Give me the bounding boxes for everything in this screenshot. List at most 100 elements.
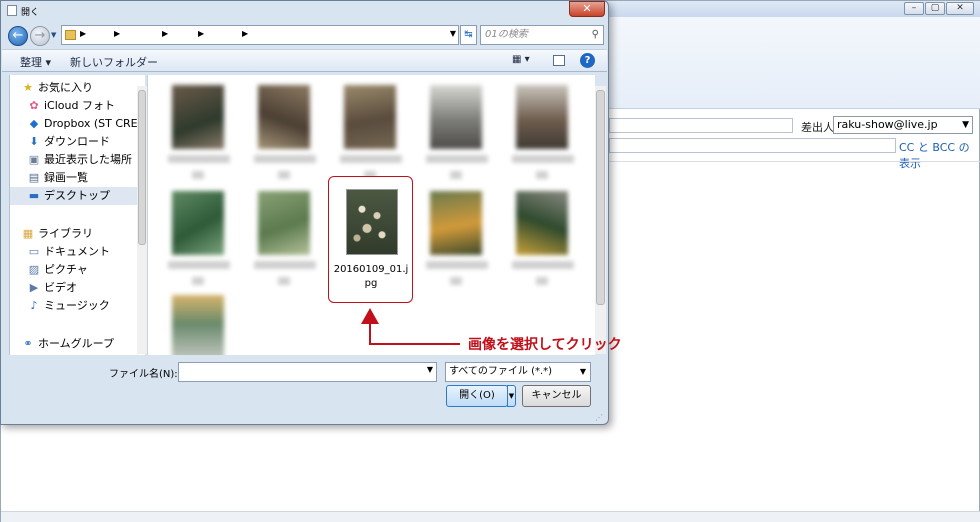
folder-icon [65, 30, 76, 40]
selected-file-thumbnail[interactable]: 20160109_01.jpg [328, 176, 413, 303]
file-caption [340, 155, 402, 163]
mail-status-bar [1, 511, 980, 522]
forward-button[interactable]: → [30, 26, 50, 46]
nav-documents[interactable]: ▭ ドキュメント [10, 243, 138, 261]
image-thumbnail [430, 191, 482, 255]
image-thumbnail [516, 85, 568, 149]
filename-label: ファイル名(N): [109, 369, 178, 380]
file-thumbnail[interactable] [254, 79, 330, 179]
dialog-toolbar: 整理 ▾ 新しいフォルダー ▦ ▾ ? [2, 49, 607, 72]
chevron-down-icon[interactable]: ▼ [450, 29, 456, 38]
image-thumbnail [172, 85, 224, 149]
nav-icloud[interactable]: ✿ iCloud フォト [10, 97, 138, 115]
chevron-down-icon[interactable]: ▼ [427, 365, 433, 374]
breadcrumb-arrow-icon[interactable]: ▶ [162, 29, 168, 38]
file-thumbnail[interactable] [168, 289, 244, 355]
chevron-down-icon: ▼ [579, 367, 586, 376]
close-button[interactable]: ✕ [946, 2, 974, 15]
nav-favorites[interactable]: ★ お気に入り [10, 79, 138, 97]
nav-dropbox[interactable]: ◆ Dropbox (ST CREATI [10, 115, 138, 133]
nav-scrollbar[interactable] [137, 86, 147, 354]
image-thumbnail [258, 191, 310, 255]
show-cc-bcc-link[interactable]: CC と BCC の表示 [899, 139, 979, 171]
file-caption [512, 261, 574, 269]
cc-field[interactable] [609, 138, 896, 153]
filename-input[interactable]: ▼ [178, 362, 437, 382]
refresh-icon: ↹ [464, 29, 473, 40]
back-button[interactable]: ← [8, 26, 28, 46]
minimize-button[interactable]: – [904, 2, 924, 15]
file-caption [426, 155, 488, 163]
file-thumbnail[interactable] [340, 79, 416, 179]
nav-videos[interactable]: ▶ ビデオ [10, 279, 138, 297]
help-button[interactable]: ? [580, 53, 595, 68]
library-icon: ▦ [22, 227, 34, 240]
nav-pictures[interactable]: ▨ ピクチャ [10, 261, 138, 279]
file-thumbnail[interactable] [512, 185, 588, 285]
file-thumbnail[interactable] [426, 79, 502, 179]
image-thumbnail [430, 85, 482, 149]
scrollbar-thumb[interactable] [138, 90, 146, 245]
from-select[interactable]: raku-show@live.jp ▼ [833, 116, 973, 134]
new-folder-button[interactable]: 新しいフォルダー [70, 54, 158, 70]
breadcrumb-arrow-icon[interactable]: ▶ [114, 29, 120, 38]
callout-text: 画像を選択してクリック [468, 337, 622, 353]
file-caption [254, 155, 316, 163]
video-folder-icon: ▤ [28, 171, 40, 184]
chevron-down-icon: ▼ [962, 120, 969, 130]
resize-grip-icon[interactable]: ⋰ [595, 413, 603, 422]
desktop-icon: ▬ [28, 189, 40, 202]
dialog-titlebar: 開く ✕ [1, 1, 608, 21]
history-dropdown[interactable]: ▼ [51, 31, 56, 39]
open-options-dropdown[interactable]: ▼ [507, 385, 516, 407]
file-thumbnail[interactable] [168, 79, 244, 179]
scrollbar-thumb[interactable] [596, 90, 605, 305]
divider [609, 161, 980, 162]
pictures-icon: ▨ [28, 263, 40, 276]
nav-libraries[interactable]: ▦ ライブラリ [10, 225, 138, 243]
image-thumbnail [172, 191, 224, 255]
file-thumbnail[interactable] [512, 79, 588, 179]
nav-desktop[interactable]: ▬ デスクトップ [10, 187, 138, 205]
homegroup-icon: ⚭ [23, 337, 33, 350]
refresh-button[interactable]: ↹ [460, 25, 477, 45]
preview-pane-icon[interactable] [553, 55, 565, 66]
search-input[interactable]: 01の検索 ⚲ [480, 25, 604, 45]
file-caption [168, 261, 230, 269]
dialog-close-button[interactable]: ✕ [569, 1, 605, 17]
search-icon: ⚲ [591, 29, 599, 40]
nav-recordings[interactable]: ▤ 録画一覧 [10, 169, 138, 187]
to-field[interactable] [609, 118, 793, 133]
file-caption [450, 277, 462, 285]
file-thumbnail[interactable] [426, 185, 502, 285]
nav-music[interactable]: ♪ ミュージック [10, 297, 138, 315]
file-scrollbar[interactable] [595, 86, 606, 354]
open-button[interactable]: 開く(O) [446, 385, 508, 407]
organize-button[interactable]: 整理 ▾ [20, 54, 51, 70]
breadcrumb-arrow-icon[interactable]: ▶ [198, 29, 204, 38]
image-thumbnail [258, 85, 310, 149]
navigation-pane: ★ お気に入り ✿ iCloud フォト ◆ Dropbox (ST CREAT… [9, 75, 145, 355]
breadcrumb-arrow-icon[interactable]: ▶ [242, 29, 248, 38]
file-thumbnail[interactable] [168, 185, 244, 285]
filetype-select[interactable]: すべてのファイル (*.*) ▼ [445, 362, 591, 382]
nav-recent[interactable]: ▣ 最近表示した場所 [10, 151, 138, 169]
maximize-button[interactable]: ▢ [925, 2, 945, 15]
arrow-left-icon: ← [12, 28, 24, 43]
image-thumbnail [346, 189, 398, 255]
file-caption [426, 261, 488, 269]
image-thumbnail [172, 295, 224, 355]
nav-homegroup[interactable]: ⚭ ホームグループ [10, 335, 138, 353]
file-caption [450, 171, 462, 179]
file-caption [192, 171, 204, 179]
videos-icon: ▶ [29, 281, 39, 294]
address-bar[interactable]: ▶ ▶ ▶ ▶ ▶ ▼ [61, 25, 459, 45]
file-caption [536, 277, 548, 285]
dialog-icon [7, 5, 17, 16]
file-caption [278, 171, 290, 179]
breadcrumb-arrow-icon[interactable]: ▶ [80, 29, 86, 38]
cancel-button[interactable]: キャンセル [522, 385, 591, 407]
file-thumbnail[interactable] [254, 185, 330, 285]
nav-downloads[interactable]: ⬇ ダウンロード [10, 133, 138, 151]
change-view-button[interactable]: ▦ ▾ [512, 54, 530, 65]
